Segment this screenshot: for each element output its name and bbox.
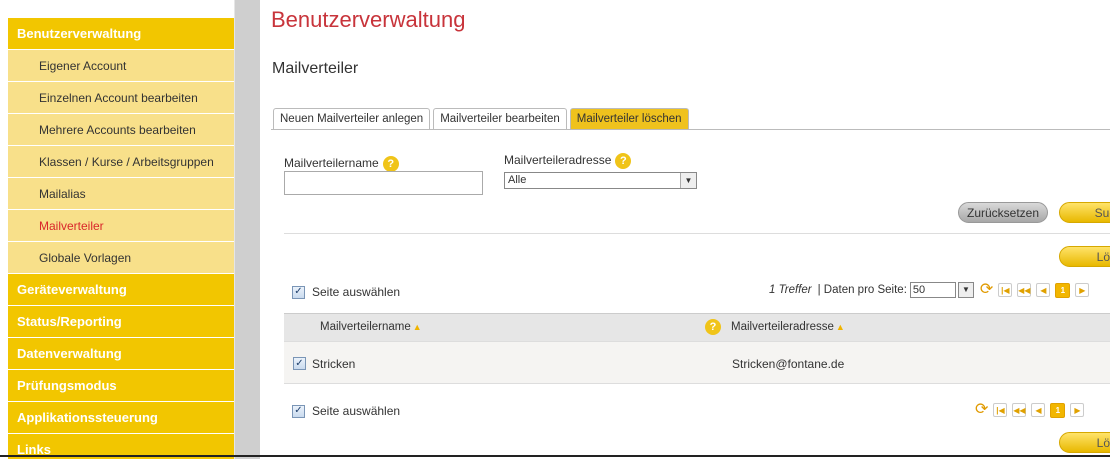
tab-bar: Neuen Mailverteiler anlegen Mailverteile… [273,108,692,129]
sort-asc-icon[interactable]: ▲ [413,322,422,332]
row-name: Stricken [312,357,356,371]
help-icon[interactable]: ? [705,319,721,335]
tab-neuen-mailverteiler[interactable]: Neuen Mailverteiler anlegen [273,108,431,129]
page-title: Benutzerverwaltung [271,7,466,32]
col-header-address-text: Mailverteileradresse [731,321,834,333]
address-select-value: Alle [508,174,527,186]
current-page[interactable]: 1 [1050,402,1066,418]
sort-asc-icon[interactable]: ▲ [836,322,845,332]
checkbox-checked-icon[interactable]: ✓ [292,404,305,418]
tab-underline [271,129,1110,130]
search-button[interactable]: Such [1059,202,1110,223]
select-all-bottom[interactable]: ✓ Seite auswählen [292,404,400,418]
sidebar-category-geraeteverwaltung[interactable]: Geräteverwaltung [8,274,234,306]
table-row[interactable]: ✓ Stricken Stricken@fontane.de [284,341,1110,384]
col-header-address[interactable]: Mailverteileradresse ▲ [731,321,845,333]
hits-count: 1 Treffer [769,284,812,296]
per-page-select[interactable]: 50 [909,282,956,298]
sidebar-item-einzelnen-account[interactable]: Einzelnen Account bearbeiten [8,82,234,114]
bottom-border [0,455,1110,457]
name-label-text: Mailverteilername [284,156,379,171]
sidebar-category-pruefungsmodus[interactable]: Prüfungsmodus [8,370,234,402]
sidebar-category-benutzerverwaltung[interactable]: Benutzerverwaltung [8,18,234,50]
sidebar-category-status-reporting[interactable]: Status/Reporting [8,306,234,338]
address-select[interactable]: Alle ▼ [504,172,697,189]
delete-button-top[interactable]: Lösc [1059,246,1110,267]
next-page-icon[interactable]: ▶ [1070,403,1085,417]
name-field-label: Mailverteilername? [284,156,399,172]
row-address: Stricken@fontane.de [732,357,845,371]
first-page-icon[interactable]: |◀ [998,283,1013,297]
help-icon[interactable]: ? [382,156,399,172]
pager-top: 1 Treffer | Daten pro Seite: 50 ▼ ⟳ |◀ ◀… [769,282,1090,298]
prev-fast-icon[interactable]: ◀◀ [1017,283,1032,297]
sidebar-item-klassen-kurse[interactable]: Klassen / Kurse / Arbeitsgruppen [8,146,234,178]
per-page-label: | Daten pro Seite: [817,284,907,296]
name-input[interactable] [284,171,483,195]
refresh-icon[interactable]: ⟳ [975,402,988,418]
sidebar-item-mailverteiler[interactable]: Mailverteiler [8,210,234,242]
tab-mailverteiler-bearbeiten[interactable]: Mailverteiler bearbeiten [433,108,567,129]
chevron-down-icon[interactable]: ▼ [680,173,696,188]
sidebar-item-globale-vorlagen[interactable]: Globale Vorlagen [8,242,234,274]
section-title: Mailverteiler [272,60,359,77]
tab-mailverteiler-loeschen[interactable]: Mailverteiler löschen [569,108,689,129]
col-header-name[interactable]: Mailverteilername ▲ [320,321,422,333]
table-header: Mailverteilername ▲ ? Mailverteileradress… [284,313,1110,341]
reset-button[interactable]: Zurücksetzen [958,202,1048,223]
address-label-text: Mailverteileradresse [504,153,612,168]
col-header-name-text: Mailverteilername [320,321,411,333]
select-all-top[interactable]: ✓ Seite auswählen [292,285,400,299]
prev-page-icon[interactable]: ◀ [1036,283,1051,297]
sidebar-category-applikationssteuerung[interactable]: Applikationssteuerung [8,402,234,434]
current-page[interactable]: 1 [1055,282,1071,298]
prev-page-icon[interactable]: ◀ [1031,403,1046,417]
refresh-icon[interactable]: ⟳ [980,282,993,298]
delete-button-bottom[interactable]: Lösc [1059,432,1110,453]
sidebar-item-mehrere-accounts[interactable]: Mehrere Accounts bearbeiten [8,114,234,146]
divider [284,233,1110,234]
select-all-label: Seite auswählen [312,285,401,299]
checkbox-checked-icon[interactable]: ✓ [292,285,305,299]
prev-fast-icon[interactable]: ◀◀ [1012,403,1027,417]
help-icon[interactable]: ? [615,153,632,169]
sidebar-item-eigener-account[interactable]: Eigener Account [8,50,234,82]
sidebar-item-mailalias[interactable]: Mailalias [8,178,234,210]
sidebar-divider[interactable] [234,0,260,459]
next-page-icon[interactable]: ▶ [1075,283,1090,297]
first-page-icon[interactable]: |◀ [993,403,1008,417]
select-all-label: Seite auswählen [312,404,401,418]
chevron-down-icon[interactable]: ▼ [957,282,974,298]
sidebar-category-datenverwaltung[interactable]: Datenverwaltung [8,338,234,370]
sidebar-nav: Benutzerverwaltung Eigener Account Einze… [8,18,234,459]
row-checkbox-checked-icon[interactable]: ✓ [293,357,306,370]
address-field-label: Mailverteileradresse? [504,153,632,169]
pager-bottom: ⟳ |◀ ◀◀ ◀ 1 ▶ [969,402,1085,418]
